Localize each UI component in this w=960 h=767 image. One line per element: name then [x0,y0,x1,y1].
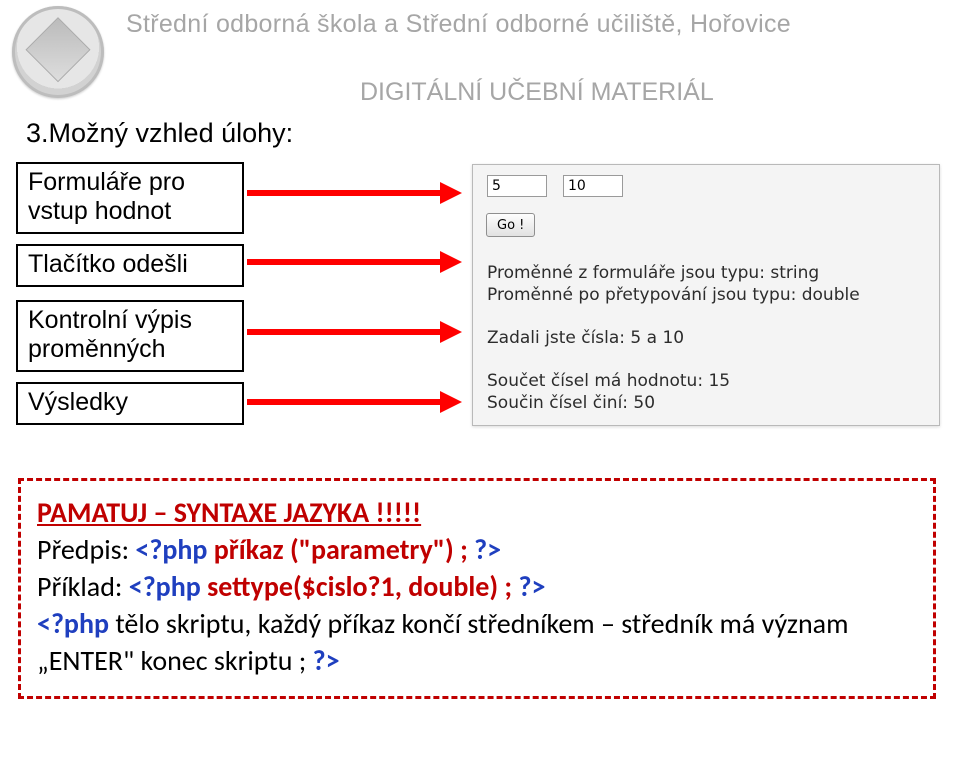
memo-line-priklad: Příklad: <?php settype($cislo?1, double)… [37,569,917,606]
demo-line-vartype-double: Proměnné po přetypování jsou typu: doubl… [487,285,860,306]
demo-line-product: Součin čísel činí: 50 [487,393,655,414]
section-heading: 3.Možný vzhled úlohy: [26,118,293,149]
document-subtitle: DIGITÁLNÍ UČEBNÍ MATERIÁL [360,78,714,107]
demo-line-sum: Součet čísel má hodnotu: 15 [487,371,730,392]
arrow-icon [247,395,462,409]
php-close-tag: ?> [313,643,340,678]
label-var-dump: Kontrolní výpis proměnných [16,300,244,372]
memo-title: PAMATUJ – SYNTAXE JAZYKA !!!!! [37,495,917,532]
label-send-button: Tlačítko odešli [16,244,244,287]
php-open-tag: <?php [37,606,109,641]
arrow-icon [247,325,462,339]
memo-line-predpis: Předpis: <?php příkaz ("parametry") ; ?> [37,532,917,569]
memo-priklad-prefix: Příklad: [37,569,129,604]
demo-line-vartype-string: Proměnné z formuláře jsou typu: string [487,263,819,284]
arrow-icon [247,186,462,200]
number-input-1[interactable] [487,175,547,197]
php-close-tag: ?> [474,532,501,567]
php-open-tag: <?php [135,532,207,567]
syntax-memo-box: PAMATUJ – SYNTAXE JAZYKA !!!!! Předpis: … [18,478,936,699]
school-name: Střední odborná škola a Střední odborné … [126,10,950,39]
demo-panel: Go ! Proměnné z formuláře jsou typu: str… [472,164,940,426]
go-button[interactable]: Go ! [486,213,535,237]
php-open-tag: <?php [129,569,201,604]
memo-example-command: settype($cislo?1, double) ; [207,569,518,604]
memo-line-body: <?php tělo skriptu, každý příkaz končí s… [37,606,917,680]
php-close-tag: ?> [518,569,545,604]
demo-line-entered: Zadali jste čísla: 5 a 10 [487,328,684,349]
memo-command: příkaz ("parametry") ; [214,532,474,567]
memo-predpis-prefix: Předpis: [37,532,135,567]
number-input-2[interactable] [563,175,623,197]
label-forms: Formuláře pro vstup hodnot [16,162,244,234]
school-logo [12,6,104,98]
label-results: Výsledky [16,382,244,425]
arrow-icon [247,255,462,269]
memo-body-text: tělo skriptu, každý příkaz končí střední… [37,606,848,678]
